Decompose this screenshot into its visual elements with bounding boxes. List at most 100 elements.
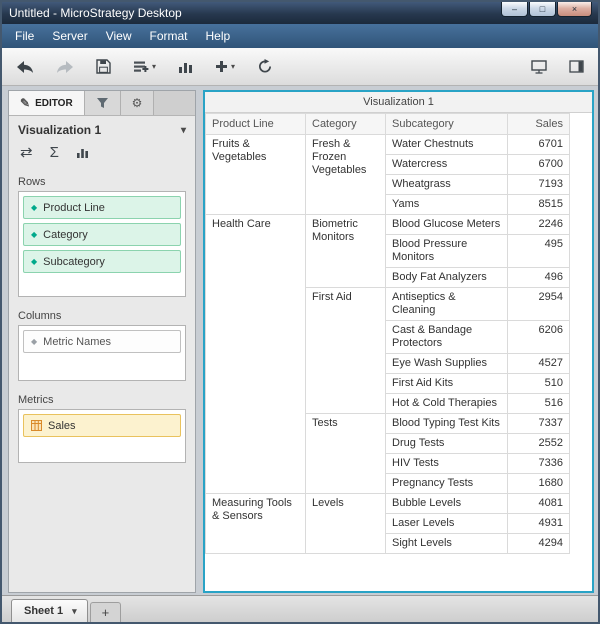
forward-button[interactable] [56, 60, 74, 74]
sales-cell[interactable]: 2552 [507, 433, 570, 454]
visualization-container[interactable]: Visualization 1 Product Line Category Su… [203, 90, 594, 593]
menu-file[interactable]: File [6, 26, 43, 46]
save-button[interactable] [96, 59, 111, 74]
subcategory-cell[interactable]: Wheatgrass [385, 174, 508, 195]
tab-filter[interactable] [84, 91, 121, 115]
header-sales[interactable]: Sales [507, 113, 570, 135]
subcategory-cell[interactable]: Hot & Cold Therapies [385, 393, 508, 414]
category-cell[interactable]: First Aid [305, 287, 386, 414]
back-button[interactable] [16, 60, 34, 74]
titlebar[interactable]: Untitled - MicroStrategy Desktop – □ × [2, 2, 598, 24]
sheet-bar: Sheet 1 ▾ + [2, 595, 598, 622]
sales-cell[interactable]: 6206 [507, 320, 570, 354]
category-cell[interactable]: Levels [305, 493, 386, 554]
panel-toggle-button[interactable] [569, 60, 584, 73]
sales-cell[interactable]: 2246 [507, 214, 570, 235]
rows-section-label: Rows [18, 176, 46, 188]
category-cell[interactable]: Tests [305, 413, 386, 494]
menu-view[interactable]: View [97, 26, 141, 46]
sales-cell[interactable]: 4931 [507, 513, 570, 534]
product-line-cell[interactable]: Measuring Tools & Sensors [205, 493, 306, 554]
bar-chart-icon [178, 60, 193, 74]
table-row: Health Care Biometric Monitors Blood Gluco… [205, 214, 570, 494]
subcategory-cell[interactable]: Water Chestnuts [385, 134, 508, 155]
subcategory-cell[interactable]: Bubble Levels [385, 493, 508, 514]
panel-icon [569, 60, 584, 73]
header-category[interactable]: Category [305, 113, 386, 135]
metric-pill-sales[interactable]: Sales [23, 414, 181, 437]
sales-cell[interactable]: 4294 [507, 533, 570, 554]
sales-cell[interactable]: 6700 [507, 154, 570, 175]
header-product-line[interactable]: Product Line [205, 113, 306, 135]
add-data-button[interactable]: ▾ [133, 60, 156, 74]
close-button[interactable]: × [557, 2, 592, 17]
row-pill-product-line[interactable]: ◆ Product Line [23, 196, 181, 219]
editor-tab-label: EDITOR [35, 97, 73, 109]
sales-cell[interactable]: 495 [507, 234, 570, 268]
minimize-button[interactable]: – [501, 2, 528, 17]
category-cell[interactable]: Fresh & Frozen Vegetables [305, 134, 386, 215]
product-line-cell[interactable]: Health Care [205, 214, 306, 494]
sales-cell[interactable]: 496 [507, 267, 570, 288]
subcategory-cell[interactable]: Blood Pressure Monitors [385, 234, 508, 268]
viz-table-body: Fruits & Vegetables Fresh & Frozen Vegeta… [205, 134, 570, 554]
subcategory-cell[interactable]: Laser Levels [385, 513, 508, 534]
chevron-down-icon: ▾ [180, 124, 186, 136]
menu-server[interactable]: Server [43, 26, 96, 46]
mini-chart-icon[interactable] [76, 147, 89, 159]
visualization-selector[interactable]: Visualization 1 ▾ [9, 116, 195, 141]
subcategory-cell[interactable]: Body Fat Analyzers [385, 267, 508, 288]
column-pill-metric-names[interactable]: ◆ Metric Names [23, 330, 181, 353]
presentation-mode-button[interactable] [531, 59, 547, 74]
subcategory-cell[interactable]: Drug Tests [385, 433, 508, 454]
table-row: Measuring Tools & Sensors Levels Bubble Le… [205, 493, 570, 554]
menu-help[interactable]: Help [197, 26, 240, 46]
metrics-dropzone[interactable]: Sales [18, 409, 186, 463]
insert-visualization-button[interactable] [178, 60, 193, 74]
columns-dropzone[interactable]: ◆ Metric Names [18, 325, 186, 381]
menu-format[interactable]: Format [140, 26, 196, 46]
subcategory-cell[interactable]: Sight Levels [385, 533, 508, 554]
insert-object-button[interactable]: ▾ [215, 60, 235, 73]
product-line-cell[interactable]: Fruits & Vegetables [205, 134, 306, 215]
maximize-button[interactable]: □ [529, 2, 556, 17]
metrics-section-label: Metrics [18, 394, 54, 406]
sales-cell[interactable]: 7336 [507, 453, 570, 474]
rows-dropzone[interactable]: ◆ Product Line ◆ Category ◆ Subcategory [18, 191, 186, 297]
row-pill-subcategory[interactable]: ◆ Subcategory [23, 250, 181, 273]
subcategory-cell[interactable]: Blood Typing Test Kits [385, 413, 508, 434]
tab-properties[interactable]: ⚙ [120, 91, 155, 115]
swap-axes-icon[interactable]: ⇄ [20, 145, 33, 161]
header-subcategory[interactable]: Subcategory [385, 113, 508, 135]
sales-cell[interactable]: 4081 [507, 493, 570, 514]
sales-cell[interactable]: 1680 [507, 473, 570, 494]
attribute-diamond-icon: ◆ [31, 257, 38, 266]
row-pill-category[interactable]: ◆ Category [23, 223, 181, 246]
sales-cell[interactable]: 2954 [507, 287, 570, 321]
sales-cell[interactable]: 7193 [507, 174, 570, 195]
subcategory-cell[interactable]: Antiseptics & Cleaning [385, 287, 508, 321]
sigma-icon[interactable]: Σ [50, 145, 59, 161]
category-cell[interactable]: Biometric Monitors [305, 214, 386, 288]
add-sheet-button[interactable]: + [89, 602, 122, 622]
sales-cell[interactable]: 7337 [507, 413, 570, 434]
sales-cell[interactable]: 510 [507, 373, 570, 394]
attribute-diamond-icon: ◆ [31, 337, 38, 346]
visualization-title[interactable]: Visualization 1 [205, 92, 592, 113]
sales-cell[interactable]: 4527 [507, 353, 570, 374]
subcategory-cell[interactable]: Blood Glucose Meters [385, 214, 508, 235]
subcategory-cell[interactable]: Cast & Bandage Protectors [385, 320, 508, 354]
sales-cell[interactable]: 8515 [507, 194, 570, 215]
subcategory-cell[interactable]: Pregnancy Tests [385, 473, 508, 494]
sheet-tab[interactable]: Sheet 1 ▾ [11, 599, 88, 622]
sales-cell[interactable]: 6701 [507, 134, 570, 155]
refresh-button[interactable] [257, 59, 273, 74]
tab-editor[interactable]: ✎ EDITOR [9, 91, 85, 115]
subcategory-cell[interactable]: HIV Tests [385, 453, 508, 474]
subcategory-cell[interactable]: Yams [385, 194, 508, 215]
window-title: Untitled - MicroStrategy Desktop [9, 6, 182, 20]
sales-cell[interactable]: 516 [507, 393, 570, 414]
subcategory-cell[interactable]: Eye Wash Supplies [385, 353, 508, 374]
subcategory-cell[interactable]: First Aid Kits [385, 373, 508, 394]
subcategory-cell[interactable]: Watercress [385, 154, 508, 175]
